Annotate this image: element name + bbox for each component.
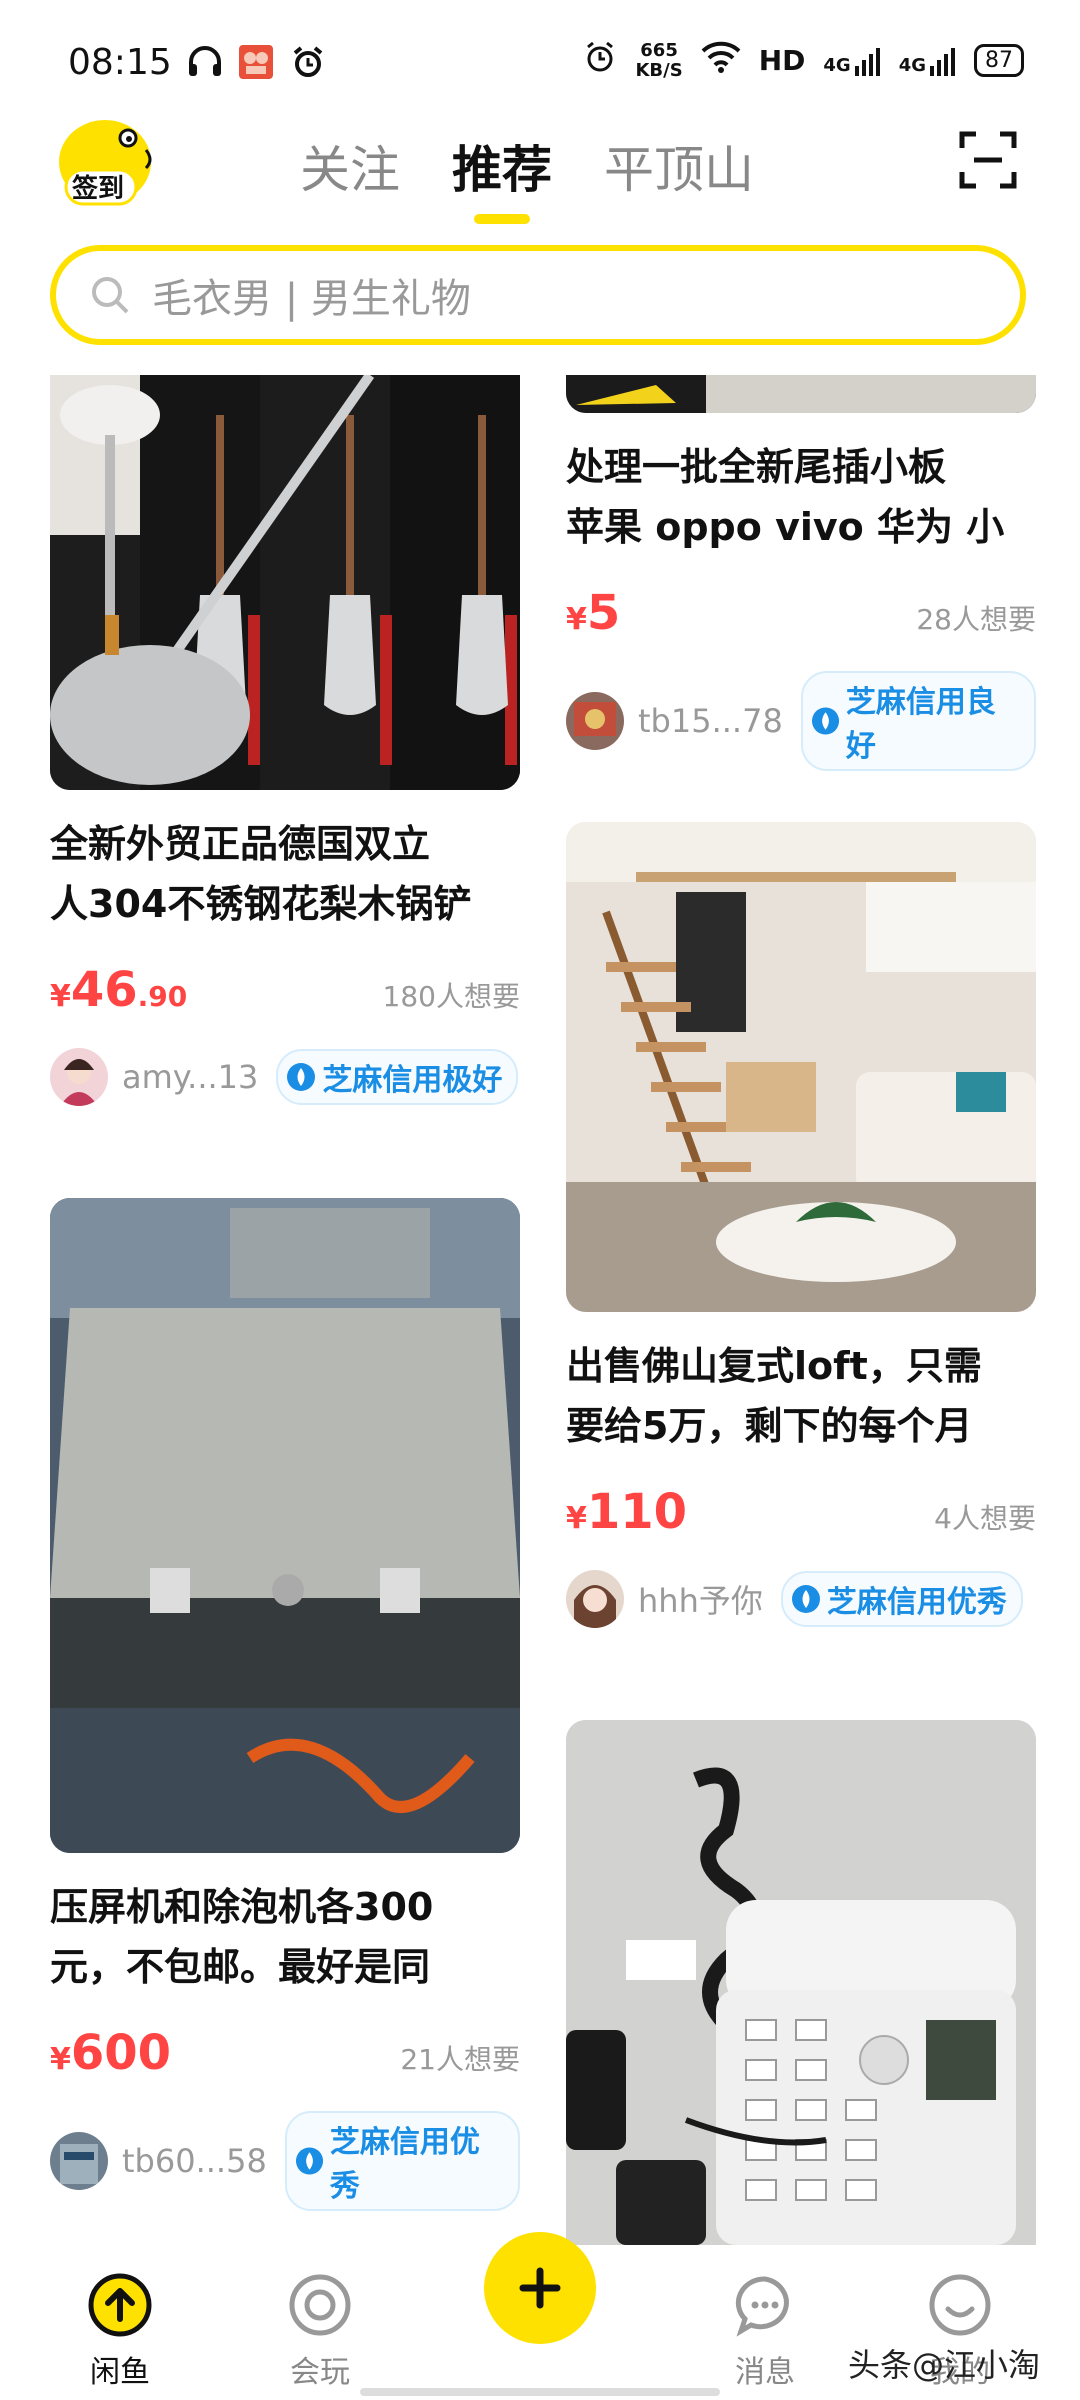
headset-icon [185,44,225,80]
price-row: ¥600 21人想要 [50,2025,520,2081]
product-card[interactable]: 出售佛山复式loft，只需 要给5万，剩下的每个月 ¥110 4人想要 hhh予… [566,822,1036,1628]
signal-bars-icon [854,47,880,76]
want-count: 21人想要 [400,2043,520,2076]
product-title: 处理一批全新尾插小板 苹果 oppo vivo 华为 小 [566,445,1005,549]
home-arrow-icon [88,2273,152,2337]
wifi-icon [701,41,741,80]
checkin-button[interactable]: 签到 [50,110,160,210]
credit-badge: 芝麻信用优秀 [780,1571,1023,1627]
price-row: ¥46.90 180人想要 [50,962,520,1018]
product-card[interactable] [566,1720,1036,2245]
tab-recommend[interactable]: 推荐 [452,130,552,224]
credit-badge: 芝麻信用良好 [800,671,1036,771]
checkin-label: 签到 [72,174,125,204]
nav-messages[interactable]: 消息 [700,2245,830,2391]
feed-tabs: 关注 推荐 平顶山 [300,130,754,224]
scan-icon [959,131,1017,189]
product-image-charging-boards [566,375,1036,413]
watermark: 头条@江小淘 [847,2346,1040,2384]
search-icon [92,277,129,314]
chat-bubble-icon [735,2276,789,2337]
seller-name: tb15...78 [638,702,783,740]
seller-row: tb60...58 芝麻信用优秀 [50,2111,520,2211]
want-count: 4人想要 [934,1502,1036,1535]
product-image-spatulas [50,375,520,790]
product-card[interactable]: 压屏机和除泡机各300 元，不包邮。最好是同 ¥600 21人想要 tb60..… [50,1198,520,2211]
want-count: 180人想要 [382,980,520,1013]
want-count: 28人想要 [916,603,1036,636]
nav-play[interactable]: 会玩 [255,2245,385,2391]
product-card[interactable]: 处理一批全新尾插小板 苹果 oppo vivo 华为 小 ¥5 28人想要 tb… [566,375,1036,771]
product-title: 压屏机和除泡机各300 元，不包邮。最好是同 [50,1885,434,1989]
search-placeholder: 毛衣男 | 男生礼物 [152,276,471,322]
tab-follow[interactable]: 关注 [300,130,400,202]
signal-2: 4G [899,46,956,76]
product-title: 全新外贸正品德国双立 人304不锈钢花梨木锅铲 [50,822,472,926]
avatar[interactable] [566,1570,624,1628]
credit-badge: 芝麻信用优秀 [284,2111,520,2211]
price-row: ¥110 4人想要 [566,1484,1036,1540]
plus-icon [519,2267,561,2309]
sesame-credit-icon [295,2147,323,2175]
avatar[interactable] [50,1048,108,1106]
signal-bars-icon [930,47,955,76]
battery-indicator: 87 [974,44,1024,77]
tab-local[interactable]: 平顶山 [604,130,754,202]
smile-face-icon [929,2274,991,2336]
avatar[interactable] [50,2132,108,2190]
publish-button[interactable] [484,2232,596,2344]
product-price: ¥5 [566,585,621,641]
signal-1: 4G [823,46,880,76]
circle-target-icon [289,2274,351,2336]
seller-row: amy...13 芝麻信用极好 [50,1048,520,1106]
product-price: ¥110 [566,1484,688,1540]
product-image-press-machine [50,1198,520,1853]
sesame-credit-icon [811,707,839,735]
seller-name: amy...13 [122,1058,259,1096]
network-speed: 665 KB/S [635,39,683,81]
product-image-landline-phone [566,1720,1036,2245]
status-right: 665 KB/S HD 4G 4G 87 [583,40,1024,81]
nav-home[interactable]: 闲鱼 [55,2245,185,2391]
avatar[interactable] [566,692,624,750]
sesame-credit-icon [791,1585,820,1613]
top-header: 签到 关注 推荐 平顶山 [0,100,1080,230]
status-time: 08:15 [68,42,172,83]
seller-row: hhh予你 芝麻信用优秀 [566,1570,1036,1628]
alarm-app-icon [288,44,328,80]
credit-badge: 芝麻信用极好 [276,1049,519,1105]
app-notification-icon [236,44,276,80]
alarm-icon [583,40,617,81]
product-price: ¥46.90 [50,962,188,1018]
product-image-loft-apartment [566,822,1036,1312]
scan-button[interactable] [958,130,1018,190]
sesame-credit-icon [287,1063,316,1091]
product-title: 出售佛山复式loft，只需 要给5万，剩下的每个月 [566,1344,982,1448]
seller-name: tb60...58 [122,2142,267,2180]
price-row: ¥5 28人想要 [566,585,1036,641]
hd-label: HD [758,44,806,77]
seller-row: tb15...78 芝麻信用良好 [566,671,1036,771]
product-card[interactable]: 全新外贸正品德国双立 人304不锈钢花梨木锅铲 ¥46.90 180人想要 am… [50,375,520,1106]
home-indicator [360,2388,720,2396]
seller-name: hhh予你 [638,1582,763,1620]
search-bar[interactable]: 毛衣男 | 男生礼物 [50,245,1026,345]
product-price: ¥600 [50,2025,172,2081]
